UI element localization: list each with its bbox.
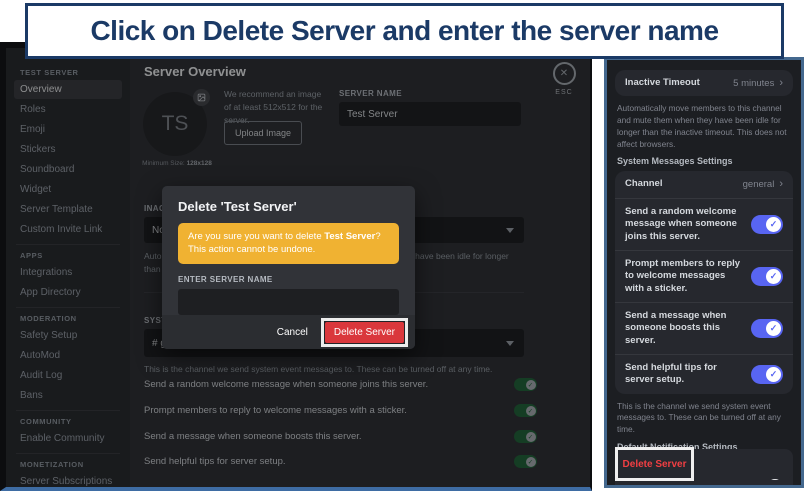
boost-message-toggle-mobile[interactable]: ✓ <box>751 318 783 338</box>
inactive-timeout-value: 5 minutes <box>733 77 775 89</box>
chevron-right-icon: › <box>779 178 783 191</box>
channel-value: general <box>742 179 775 191</box>
helpful-tips-toggle-mobile[interactable]: ✓ <box>751 364 783 384</box>
delete-server-card: Delete Server <box>615 447 793 481</box>
helpful-tips-row: Send helpful tips for server setup. ✓ <box>615 353 793 394</box>
delete-server-highlight-box-mobile: Delete Server <box>615 447 694 481</box>
check-icon: ✓ <box>766 268 781 284</box>
discord-mobile-settings-panel: Inactive Timeout 5 minutes › Automatical… <box>604 57 804 488</box>
sticker-prompt-row: Prompt members to reply to welcome messa… <box>615 249 793 302</box>
welcome-message-row: Send a random welcome message when someo… <box>615 197 793 250</box>
welcome-message-toggle-mobile[interactable]: ✓ <box>751 214 783 234</box>
instruction-text: Click on Delete Server and enter the ser… <box>90 15 719 46</box>
boost-message-row: Send a message when someone boosts this … <box>615 301 793 354</box>
modal-title: Delete 'Test Server' <box>178 199 297 214</box>
delete-server-button[interactable]: Delete Server <box>324 321 404 343</box>
delete-server-button-mobile[interactable]: Delete Server <box>623 459 687 470</box>
channel-label: Channel <box>625 178 663 190</box>
sticker-prompt-toggle-mobile[interactable]: ✓ <box>751 266 783 286</box>
system-messages-section-label: System Messages Settings <box>617 156 733 167</box>
cancel-button[interactable]: Cancel <box>277 327 308 338</box>
check-icon: ✓ <box>766 320 781 336</box>
delete-server-highlight-box: Delete Server <box>320 317 408 347</box>
instruction-banner: Click on Delete Server and enter the ser… <box>25 3 784 59</box>
discord-desktop-settings-window: TEST SERVER Overview Roles Emoji Sticker… <box>0 42 592 491</box>
system-messages-card: Channel general › Send a random welcome … <box>615 171 793 394</box>
system-messages-hint: This is the channel we send system event… <box>617 400 781 435</box>
inactive-timeout-card: Inactive Timeout 5 minutes › <box>615 70 793 97</box>
delete-warning-message: Are you sure you want to delete Test Ser… <box>178 223 399 264</box>
channel-row[interactable]: Channel general › <box>615 171 793 197</box>
enter-server-name-label: ENTER SERVER NAME <box>178 274 273 284</box>
check-icon: ✓ <box>766 216 781 232</box>
only-mentions-row[interactable]: Only @mentions <box>615 487 793 488</box>
modal-footer: Cancel Delete Server <box>162 315 415 349</box>
check-icon: ✓ <box>766 366 781 382</box>
delete-server-modal: Delete 'Test Server' Are you sure you wa… <box>162 186 415 349</box>
server-name-confirm-input[interactable] <box>178 288 399 315</box>
inactive-timeout-label: Inactive Timeout <box>625 77 700 88</box>
chevron-right-icon: › <box>779 76 783 89</box>
inactive-timeout-row[interactable]: Inactive Timeout 5 minutes › <box>615 70 793 96</box>
inactive-timeout-hint: Automatically move members to this chann… <box>617 103 787 149</box>
